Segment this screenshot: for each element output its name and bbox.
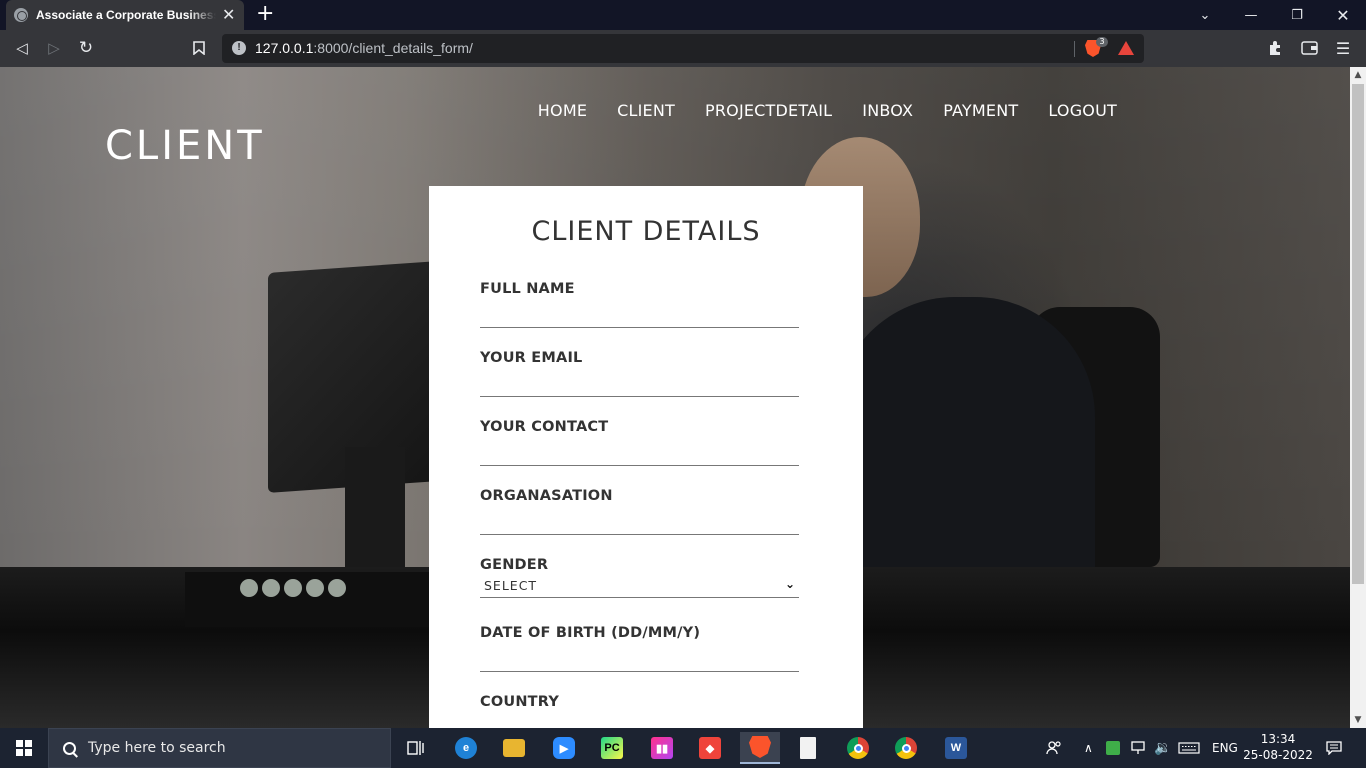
gender-underline [480, 597, 799, 598]
clock-date: 25-08-2022 [1243, 748, 1313, 762]
reload-icon[interactable]: ↻ [76, 38, 96, 58]
page-viewport: CLIENT HOME CLIENT PROJECTDETAIL INBOX P… [0, 67, 1350, 728]
tab-search-chevron-icon[interactable]: ⌄ [1182, 0, 1228, 30]
task-view-icon[interactable] [396, 732, 436, 764]
language-indicator[interactable]: ENG [1212, 728, 1238, 768]
system-clock[interactable]: 13:34 25-08-2022 [1240, 731, 1316, 763]
organisation-field: ORGANASATION [480, 488, 799, 535]
browser-toolbar: ◁ ▷ ↻ ! 127.0.0.1:8000/client_details_fo… [0, 30, 1366, 67]
url-text[interactable]: 127.0.0.1:8000/client_details_form/ [255, 40, 473, 56]
wallet-icon[interactable] [1299, 38, 1319, 58]
full-name-field: FULL NAME [480, 281, 799, 328]
site-info-icon[interactable]: ! [232, 41, 246, 55]
dob-input[interactable] [480, 647, 799, 669]
minimize-button[interactable]: — [1228, 0, 1274, 30]
country-field: COUNTRY [480, 694, 799, 710]
menu-icon[interactable]: ☰ [1333, 38, 1353, 58]
email-underline [480, 396, 799, 397]
brave-browser-icon[interactable] [740, 732, 780, 764]
volume-icon[interactable]: 🔉 [1154, 728, 1171, 768]
email-label: YOUR EMAIL [480, 350, 583, 366]
notifications-icon[interactable] [1326, 728, 1342, 768]
taskbar-search-placeholder: Type here to search [88, 740, 226, 756]
chrome-icon[interactable] [838, 732, 878, 764]
contact-input[interactable] [480, 441, 799, 463]
edge-icon[interactable]: e [446, 732, 486, 764]
address-bar[interactable]: ! 127.0.0.1:8000/client_details_form/ 3 [222, 34, 1144, 63]
contact-label: YOUR CONTACT [480, 419, 609, 435]
taskbar-search-box[interactable]: Type here to search [48, 728, 391, 768]
form-title: CLIENT DETAILS [531, 216, 761, 247]
full-name-underline [480, 327, 799, 328]
shields-count-badge: 3 [1096, 37, 1108, 47]
country-label: COUNTRY [480, 694, 560, 710]
brave-rewards-icon[interactable] [1118, 41, 1134, 55]
notepad-icon[interactable] [788, 732, 828, 764]
organisation-label: ORGANASATION [480, 488, 613, 504]
full-name-label: FULL NAME [480, 281, 575, 297]
client-details-form: CLIENT DETAILS FULL NAME YOUR EMAIL YOUR… [429, 186, 863, 728]
zoom-icon[interactable]: ▶ [544, 732, 584, 764]
keyboard-icon[interactable] [1178, 728, 1200, 768]
app-tray-icon[interactable] [1106, 728, 1120, 768]
gender-selected-value: SELECT [484, 578, 538, 593]
gender-select[interactable]: SELECT ⌄ [480, 577, 799, 597]
bookmark-icon[interactable] [189, 38, 209, 58]
file-explorer-icon[interactable] [494, 732, 534, 764]
organisation-input[interactable] [480, 510, 799, 532]
search-icon [60, 738, 79, 758]
scroll-down-arrow-icon[interactable]: ▼ [1350, 712, 1366, 728]
close-window-button[interactable]: ✕ [1320, 0, 1366, 30]
page-scrollbar[interactable]: ▲ ▼ [1350, 67, 1366, 728]
word-icon[interactable]: W [936, 732, 976, 764]
windows-logo-icon [16, 740, 32, 756]
anydesk-icon[interactable]: ◆ [690, 732, 730, 764]
browser-tab-active[interactable]: Associate a Corporate Business Client ✕ [6, 0, 244, 30]
extensions-icon[interactable] [1265, 38, 1285, 58]
dob-underline [480, 671, 799, 672]
scroll-up-arrow-icon[interactable]: ▲ [1350, 67, 1366, 83]
scrollbar-thumb[interactable] [1352, 84, 1364, 584]
nav-inbox[interactable]: INBOX [862, 101, 913, 120]
clock-time: 13:34 [1260, 732, 1296, 746]
url-path: :8000/client_details_form/ [313, 40, 473, 56]
contact-field: YOUR CONTACT [480, 419, 799, 466]
nav-logout[interactable]: LOGOUT [1048, 101, 1117, 120]
dob-field: DATE OF BIRTH (DD/MM/Y) [480, 625, 799, 672]
nav-client[interactable]: CLIENT [617, 101, 675, 120]
nav-payment[interactable]: PAYMENT [943, 101, 1018, 120]
phpstorm-icon[interactable]: ▮▮ [642, 732, 682, 764]
full-name-input[interactable] [480, 303, 799, 325]
pycharm-icon[interactable]: PC [592, 732, 632, 764]
nav-home[interactable]: HOME [538, 101, 587, 120]
tab-title: Associate a Corporate Business Client [36, 8, 216, 22]
contact-underline [480, 465, 799, 466]
site-brand[interactable]: CLIENT [105, 123, 265, 169]
back-icon[interactable]: ◁ [12, 38, 32, 58]
gender-field: GENDER SELECT ⌄ [480, 557, 799, 598]
close-tab-icon[interactable]: ✕ [222, 7, 235, 23]
url-host: 127.0.0.1 [255, 40, 314, 56]
browser-tab-strip: Associate a Corporate Business Client ✕ … [0, 0, 1366, 30]
email-field: YOUR EMAIL [480, 350, 799, 397]
chrome-profile-icon[interactable] [886, 732, 926, 764]
nav-projectdetail[interactable]: PROJECTDETAIL [705, 101, 832, 120]
forward-icon[interactable]: ▷ [44, 38, 64, 58]
start-button[interactable] [0, 728, 48, 768]
main-nav: HOME CLIENT PROJECTDETAIL INBOX PAYMENT … [538, 101, 1117, 120]
organisation-underline [480, 534, 799, 535]
omnibox-divider [1074, 41, 1075, 57]
people-icon[interactable] [1046, 728, 1062, 768]
chevron-down-icon: ⌄ [784, 577, 795, 591]
windows-taskbar: Type here to search e ▶ PC ▮▮ ◆ W ∧ 🔉 EN… [0, 728, 1366, 768]
dob-label: DATE OF BIRTH (DD/MM/Y) [480, 625, 701, 641]
new-tab-button[interactable]: + [256, 3, 274, 25]
gender-label: GENDER [480, 557, 549, 573]
globe-icon [14, 8, 28, 22]
network-icon[interactable] [1130, 728, 1146, 768]
email-input[interactable] [480, 372, 799, 394]
restore-button[interactable]: ❐ [1274, 0, 1320, 30]
background-stickers [240, 579, 370, 601]
show-hidden-icons-icon[interactable]: ∧ [1084, 728, 1093, 768]
